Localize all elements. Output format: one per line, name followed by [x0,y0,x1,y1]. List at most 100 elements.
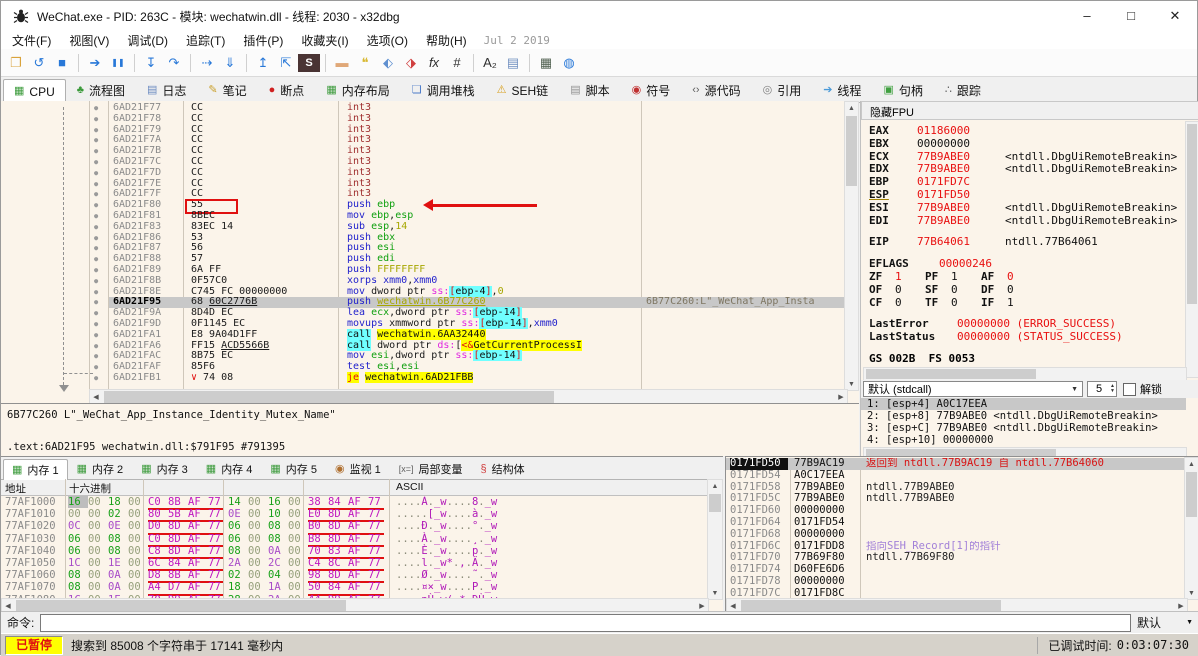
device-button[interactable]: ▤ [502,52,524,74]
tab-handles[interactable]: ▣ 句柄 [872,78,933,102]
scroll-up-icon[interactable]: ▲ [845,102,858,114]
scroll-down-icon[interactable]: ▼ [708,587,722,599]
breakpoint-dot-icon[interactable]: ● [94,125,98,136]
last-status-row[interactable]: LastStatus 00000000 (STATUS_SUCCESS) [861,330,1186,344]
menu-item[interactable]: 插件(P) [234,32,292,49]
dump-row[interactable]: 77AF1000 16 00 18 00 C0 8B AF 77 14 00 16 00 38 84 AF 77… [1,496,723,511]
tab-call-stack[interactable]: ❏ 调用堆栈 [401,78,486,102]
breakpoint-dot-icon[interactable]: ● [94,319,98,330]
tab-source[interactable]: ‹› 源代码 [681,78,751,102]
segment-registers-row[interactable]: GS 002B FS 0053 [861,352,1186,366]
tab-dump-5[interactable]: ▦ 内存 5 [261,458,326,479]
stack-vscrollbar[interactable]: ▲ ▼ [1184,457,1198,600]
function-button[interactable]: fx [423,52,445,74]
label-button[interactable]: ⬖ [377,52,399,74]
breakpoint-dot-icon[interactable]: ● [94,265,98,276]
step-over-button[interactable]: ↷ [163,52,185,74]
dump-row[interactable]: 77AF1010 00 00 02 00 80 5B AF 77 0E 00 10 00 E0 8D AF 77… [1,508,723,523]
dump-vscrollbar[interactable]: ▲ ▼ [707,479,723,600]
stop-button[interactable]: ■ [51,52,73,74]
eflags-row[interactable]: EFLAGS 00000246 [861,257,1186,271]
register-row[interactable]: EBP 0171FD7C [861,175,1186,189]
stack-argument-row[interactable]: 3: [esp+C] 77B9ABE0 <ntdll.DbgUiRemoteBr… [861,422,1186,434]
comment-button[interactable]: ❝ [354,52,376,74]
registers-hscrollbar[interactable] [863,367,1187,381]
breakpoint-dot-icon[interactable]: ● [94,189,98,200]
dump-row[interactable]: 77AF1070 08 00 0A 00 A4 D7 AF 77 18 00 1A 00 50 84 AF 77… [1,581,723,596]
breakpoint-dot-icon[interactable]: ● [94,179,98,190]
breakpoint-dot-icon[interactable]: ● [94,114,98,125]
tab-trace[interactable]: ∴ 跟踪 [934,78,992,102]
pause-button[interactable]: ❚❚ [107,52,129,74]
command-input[interactable] [40,613,1131,632]
breakpoint-dot-icon[interactable]: ● [94,146,98,157]
stack-row[interactable]: 0171FD78 00000000 [726,575,1186,588]
menu-item[interactable]: 帮助(H) [417,32,476,49]
breakpoint-dot-icon[interactable]: ● [94,157,98,168]
step-out-button[interactable]: ⇓ [219,52,241,74]
breakpoint-dot-icon[interactable]: ● [94,200,98,211]
scroll-up-icon[interactable]: ▲ [708,480,722,492]
breakpoint-dot-icon[interactable]: ● [94,243,98,254]
breakpoint-dot-icon[interactable]: ● [94,168,98,179]
close-button[interactable]: ✕ [1153,1,1197,31]
tab-locals[interactable]: [x=] 局部变量 [390,458,472,479]
execute-till-return-button[interactable]: ↥ [252,52,274,74]
hide-fpu-button[interactable]: 隐藏FPU [861,101,1198,120]
tab-notes[interactable]: ✎ 笔记 [197,78,257,102]
menu-item[interactable]: 收藏夹(I) [292,32,357,49]
tab-threads[interactable]: ➔ 线程 [812,78,872,102]
breakpoint-dot-icon[interactable]: ● [94,330,98,341]
open-file-button[interactable]: ❐ [5,52,27,74]
tab-references[interactable]: ◎ 引用 [752,78,813,102]
breakpoint-dot-icon[interactable]: ● [94,297,98,308]
register-row[interactable]: EAX 01186000 [861,124,1186,138]
stack-row[interactable]: 0171FD54 A0C17EEA [726,469,1186,482]
breakpoint-dot-icon[interactable]: ● [94,351,98,362]
settings-button[interactable]: S [298,53,320,72]
breakpoint-dot-icon[interactable]: ● [94,308,98,319]
stack-row[interactable]: 0171FD68 00000000 [726,528,1186,541]
step-into-button[interactable]: ↧ [140,52,162,74]
scroll-up-icon[interactable]: ▲ [1185,458,1198,470]
tab-log[interactable]: ▤ 日志 [136,78,197,102]
attach-button[interactable]: ⇱ [275,52,297,74]
disasm-hscrollbar[interactable]: ◀ ▶ [89,389,848,403]
dump-row[interactable]: 77AF1060 08 00 0A 00 D8 8B AF 77 02 00 04 00 98 8D AF 77… [1,569,723,584]
calling-convention-select[interactable]: 默认 (stdcall) ▼ [863,381,1083,397]
stack-argument-row[interactable]: 4: [esp+10] 00000000 [861,434,1186,446]
disassembly-pane[interactable]: ● 6AD21F77 CC int3 ● 6AD21F78 CC int3 ● 6AD21F79 C… [1,101,859,403]
calculator-button[interactable]: ▦ [535,52,557,74]
run-to-user-code-button[interactable]: ⇢ [196,52,218,74]
patch-button[interactable]: ▬ [331,52,353,74]
stack-row[interactable]: 0171FD7C 0171FD8C [726,587,1186,598]
run-button[interactable]: ➔ [84,52,106,74]
restart-button[interactable]: ↺ [28,52,50,74]
dump-row[interactable]: 77AF1040 06 00 08 00 C8 8D AF 77 08 00 0A 00 70 83 AF 77… [1,545,723,559]
stack-row[interactable]: 0171FD64 0171FD54 [726,516,1186,529]
command-mode-dropdown[interactable]: 默认 ▼ [1131,614,1198,632]
tab-memory-map[interactable]: ▦ 内存布局 [315,78,400,102]
breakpoint-dot-icon[interactable]: ● [94,222,98,233]
registers-vscrollbar[interactable] [1185,121,1198,378]
breakpoint-dot-icon[interactable]: ● [94,211,98,222]
dump-row[interactable]: 77AF1030 06 00 08 00 C0 8D AF 77 06 00 08 00 B8 8D AF 77… [1,533,723,547]
register-row[interactable]: EDI 77B9ABE0 <ntdll.DbgUiRemoteBreakin> [861,214,1186,228]
breakpoint-dot-icon[interactable]: ● [94,233,98,244]
breakpoint-dot-icon[interactable]: ● [94,276,98,287]
tab-dump-4[interactable]: ▦ 内存 4 [197,458,262,479]
minimize-button[interactable]: – [1065,1,1109,31]
scroll-right-icon[interactable]: ▶ [835,390,847,403]
memory-dump-pane[interactable]: ▦ 内存 1 ▦ 内存 2 ▦ 内存 3 ▦ 内存 4 ▦ 内存 5 ◉ 监视 1 [x=] 局部变量 § 结… [1,456,723,613]
tab-dump-1[interactable]: ▦ 内存 1 [3,459,68,480]
flags-row[interactable]: CF 0 TF 0 IF 1 [861,296,1186,310]
tab-cpu[interactable]: ▦ CPU [3,79,66,103]
assemble-button[interactable]: A₂ [479,52,501,74]
menu-item[interactable]: 文件(F) [3,32,60,49]
flags-row[interactable]: ZF 1 PF 1 AF 0 [861,270,1186,284]
tab-script[interactable]: ▤ 脚本 [559,78,620,102]
flags-row[interactable]: OF 0 SF 0 DF 0 [861,283,1186,297]
dump-row[interactable]: 77AF1050 1C 00 1E 00 6C 84 AF 77 2A 00 2C 00 C4 8C AF 77… [1,557,723,572]
menu-item[interactable]: 视图(V) [60,32,118,49]
hash-button[interactable]: # [446,52,468,74]
